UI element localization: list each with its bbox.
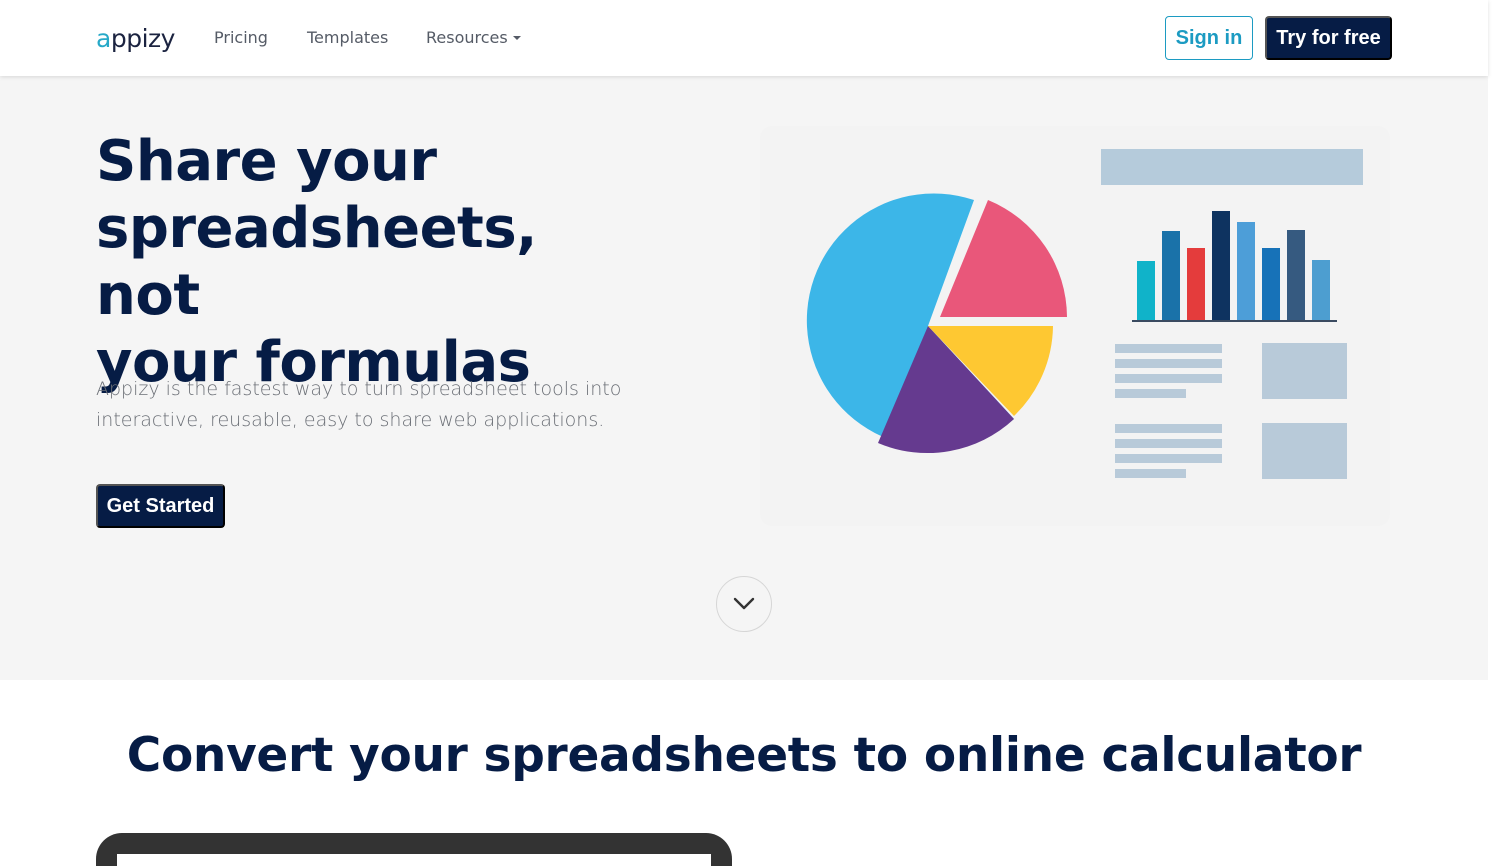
nav-link-pricing[interactable]: Pricing [214, 28, 268, 47]
bar [1262, 248, 1280, 321]
get-started-button[interactable]: Get Started [96, 484, 225, 528]
sign-in-button[interactable]: Sign in [1165, 16, 1253, 60]
logo-letter-a: a [96, 24, 111, 53]
hero-title: Share your spreadsheets, not your formul… [96, 128, 656, 396]
chevron-down-icon [733, 597, 755, 610]
hero-subtitle: Appizy is the fastest way to turn spread… [96, 374, 636, 436]
hero-title-line: spreadsheets, not [96, 196, 537, 328]
bar [1312, 260, 1330, 321]
device-screen [117, 854, 711, 866]
logo-letters: ppizy [110, 24, 176, 53]
try-for-free-button[interactable]: Try for free [1265, 16, 1392, 60]
placeholder-image-box [1262, 423, 1347, 479]
hero-subtitle-line: Appizy is the fastest way to turn spread… [96, 378, 622, 400]
navbar: a ppizy Pricing Templates Resources Sign … [0, 0, 1488, 76]
caret-down-icon [512, 35, 521, 40]
bar [1187, 248, 1205, 321]
bar [1162, 231, 1180, 321]
bar [1137, 261, 1155, 321]
nav-dropdown-resources[interactable]: Resources [426, 28, 521, 47]
section-title: Convert your spreadsheets to online calc… [126, 728, 1362, 783]
placeholder-title-bar [1101, 149, 1363, 185]
bar [1212, 211, 1230, 321]
nav-link-templates[interactable]: Templates [307, 28, 388, 47]
device-mockup [96, 833, 732, 866]
hero-title-line: Share your [96, 129, 437, 194]
bar [1237, 222, 1255, 321]
bar [1287, 230, 1305, 321]
appizy-logo[interactable]: a ppizy [96, 24, 175, 56]
scroll-down-button[interactable] [716, 576, 772, 632]
hero-subtitle-line: interactive, reusable, easy to share web… [96, 409, 605, 431]
dashboard-illustration [760, 126, 1390, 526]
hero-section: Share your spreadsheets, not your formul… [0, 76, 1488, 680]
nav-link-resources-label: Resources [426, 28, 508, 47]
placeholder-image-box [1262, 343, 1347, 399]
